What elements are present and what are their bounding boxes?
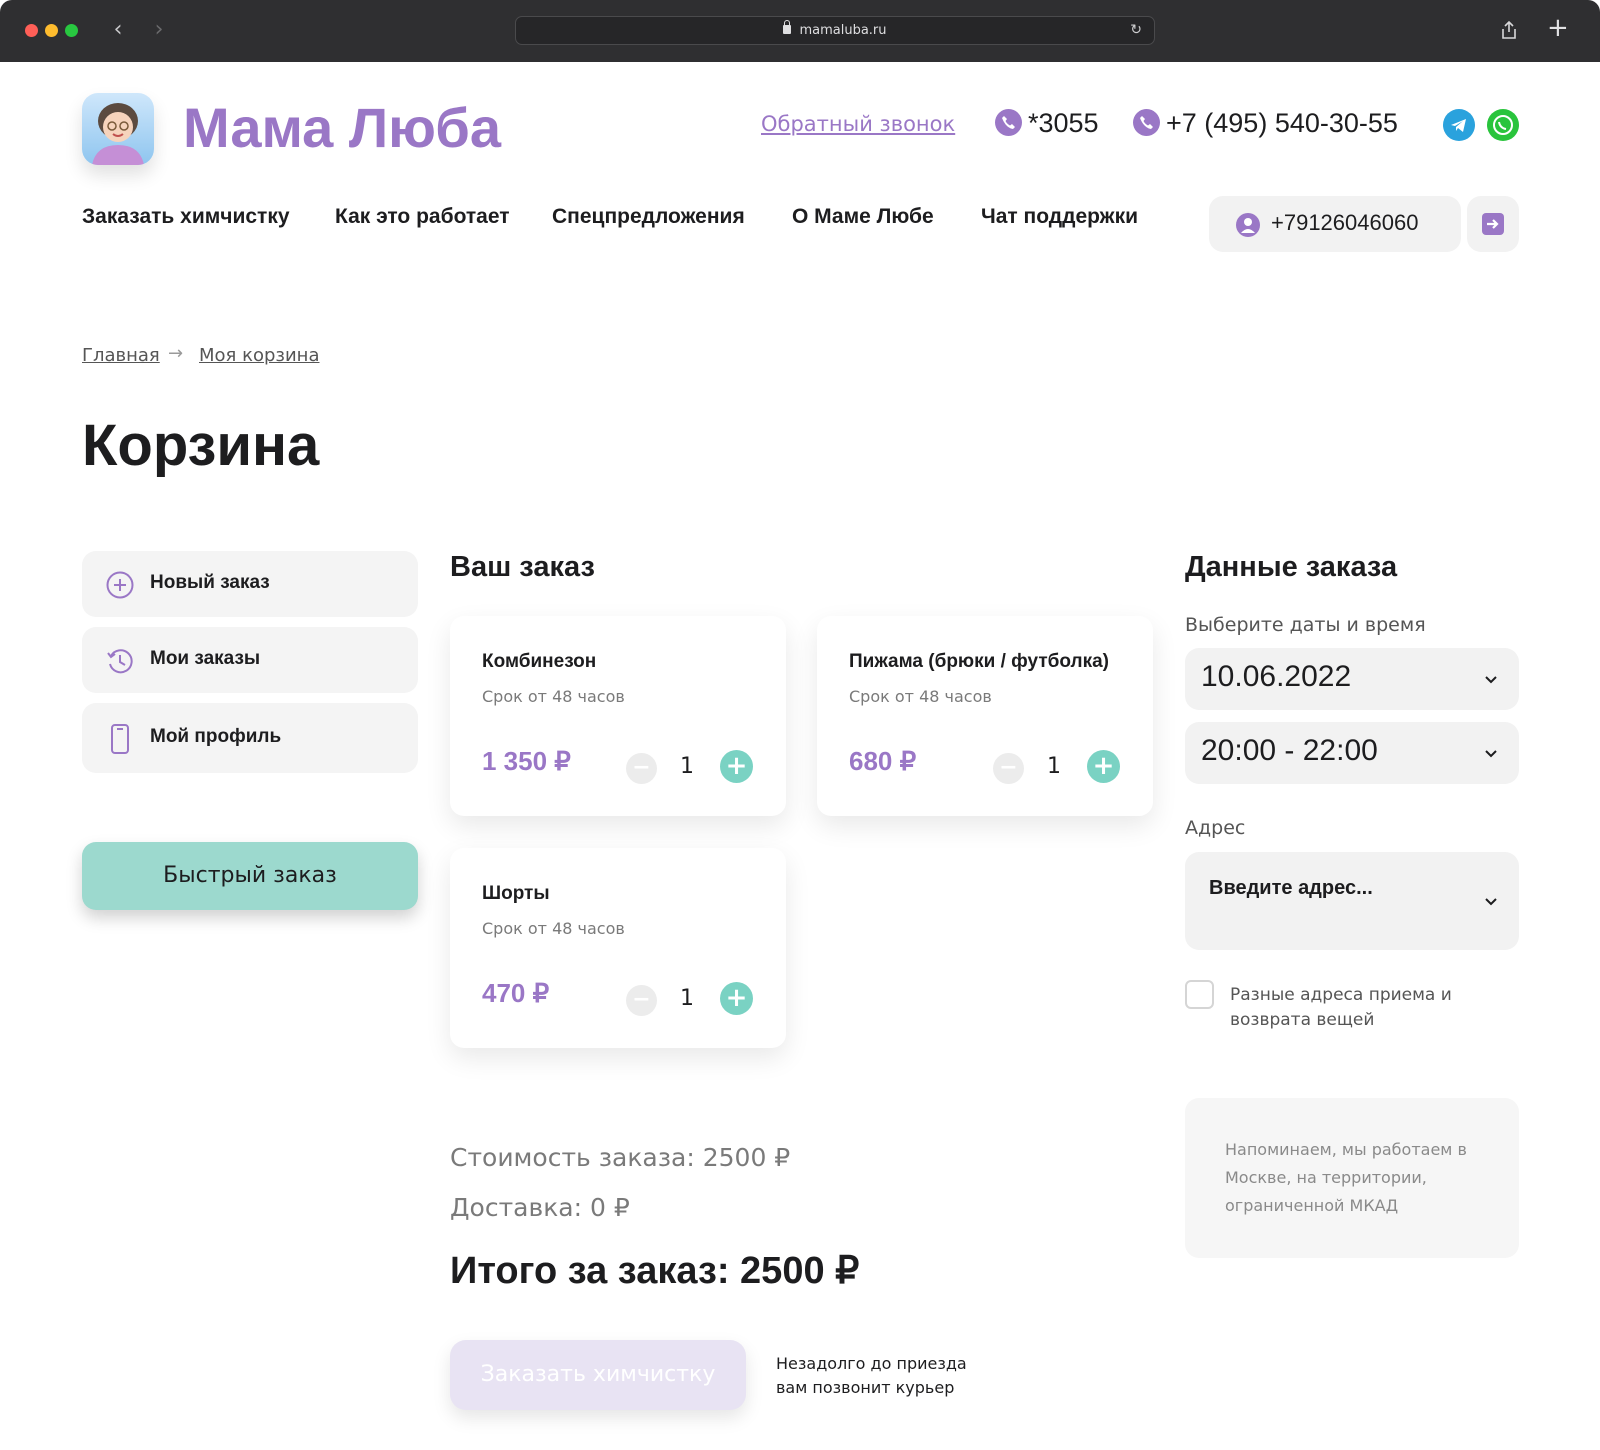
main-phone[interactable]: +7 (495) 540-30-55 xyxy=(1133,108,1398,139)
date-label: Выберите даты и время xyxy=(1185,614,1426,636)
different-address-label[interactable]: Разные адреса приема и возврата вещей xyxy=(1230,983,1490,1033)
item-quantity: 1 xyxy=(1047,754,1061,779)
address-input[interactable]: Введите адрес... xyxy=(1185,852,1519,950)
chevron-down-icon xyxy=(1485,676,1497,684)
chevron-down-icon xyxy=(1485,898,1497,906)
nav-about[interactable]: О Маме Любе xyxy=(792,205,934,229)
item-price: 1 350 ₽ xyxy=(482,746,571,776)
notice-text: Напоминаем, мы работаем в Москве, на тер… xyxy=(1225,1140,1467,1215)
decrease-quantity-button[interactable]: − xyxy=(626,985,657,1016)
logout-button[interactable] xyxy=(1467,196,1519,252)
page-title: Корзина xyxy=(82,413,320,478)
order-total: Итого за заказ: 2500 ₽ xyxy=(450,1250,860,1292)
logout-icon xyxy=(1482,213,1504,235)
url-text: mamaluba.ru xyxy=(799,23,887,38)
logo-icon[interactable] xyxy=(82,93,154,165)
account-phone: +79126046060 xyxy=(1271,210,1419,235)
sidebar-item-my-orders[interactable]: Мои заказы xyxy=(82,627,418,693)
service-area-notice: Напоминаем, мы работаем в Москве, на тер… xyxy=(1185,1098,1519,1258)
sidebar-item-new-order[interactable]: Новый заказ xyxy=(82,551,418,617)
address-label: Адрес xyxy=(1185,817,1246,839)
callback-link[interactable]: Обратный звонок xyxy=(761,112,955,136)
cart-item: Комбинезон Срок от 48 часов 1 350 ₽ − 1 … xyxy=(450,616,786,816)
item-name: Комбинезон xyxy=(482,651,597,672)
address-bar[interactable]: mamaluba.ru ↻ xyxy=(515,16,1155,45)
cart-item: Шорты Срок от 48 часов 470 ₽ − 1 + xyxy=(450,848,786,1048)
selected-date: 10.06.2022 xyxy=(1201,660,1352,693)
brand-title[interactable]: Мама Люба xyxy=(183,95,501,160)
item-name: Пижама (брюки / футболка) xyxy=(849,651,1109,672)
account-button[interactable]: +79126046060 xyxy=(1209,196,1461,252)
minimize-window-button[interactable] xyxy=(45,24,58,37)
item-price: 470 ₽ xyxy=(482,978,550,1008)
increase-quantity-button[interactable]: + xyxy=(1087,750,1120,783)
decrease-quantity-button[interactable]: − xyxy=(626,753,657,784)
plus-circle-icon xyxy=(106,571,134,599)
breadcrumb-home[interactable]: Главная xyxy=(82,345,160,366)
quick-order-button[interactable]: Быстрый заказ xyxy=(82,842,418,910)
details-title: Данные заказа xyxy=(1185,551,1398,583)
nav-special-offers[interactable]: Спецпредложения xyxy=(552,205,745,229)
item-term: Срок от 48 часов xyxy=(849,687,992,706)
whatsapp-icon[interactable] xyxy=(1487,109,1519,141)
breadcrumb-arrow-icon: → xyxy=(168,343,184,364)
decrease-quantity-button[interactable]: − xyxy=(993,753,1024,784)
phone-icon xyxy=(995,109,1022,136)
submit-order-button[interactable]: Заказать химчистку xyxy=(450,1340,746,1410)
phone-icon xyxy=(1133,109,1160,136)
short-phone-number: *3055 xyxy=(1028,108,1099,138)
sidebar-item-profile[interactable]: Мой профиль xyxy=(82,703,418,773)
date-select[interactable]: 10.06.2022 xyxy=(1185,648,1519,710)
cart-item: Пижама (брюки / футболка) Срок от 48 час… xyxy=(817,616,1153,816)
order-title: Ваш заказ xyxy=(450,551,595,583)
address-placeholder: Введите адрес... xyxy=(1209,877,1373,899)
main-phone-number: +7 (495) 540-30-55 xyxy=(1166,108,1398,138)
sidebar-item-label: Мой профиль xyxy=(150,726,282,747)
close-window-button[interactable] xyxy=(25,24,38,37)
item-price: 680 ₽ xyxy=(849,746,917,776)
user-icon xyxy=(1236,213,1260,237)
increase-quantity-button[interactable]: + xyxy=(720,750,753,783)
increase-quantity-button[interactable]: + xyxy=(720,982,753,1015)
history-icon xyxy=(107,649,133,674)
back-arrow-icon[interactable]: ‹ xyxy=(106,17,130,43)
delivery-cost: Доставка: 0 ₽ xyxy=(450,1193,630,1222)
item-quantity: 1 xyxy=(680,986,694,1011)
nav-support-chat[interactable]: Чат поддержки xyxy=(981,205,1138,229)
order-cost: Стоимость заказа: 2500 ₽ xyxy=(450,1143,791,1172)
nav-how-it-works[interactable]: Как это работает xyxy=(335,205,510,229)
item-term: Срок от 48 часов xyxy=(482,687,625,706)
breadcrumb-cart[interactable]: Моя корзина xyxy=(199,345,319,366)
lock-icon xyxy=(783,20,792,34)
selected-time: 20:00 - 22:00 xyxy=(1201,734,1378,767)
item-term: Срок от 48 часов xyxy=(482,919,625,938)
item-name: Шорты xyxy=(482,883,550,904)
phone-device-icon xyxy=(111,724,129,754)
telegram-icon[interactable] xyxy=(1443,109,1475,141)
nav-order-cleaning[interactable]: Заказать химчистку xyxy=(82,205,290,229)
chevron-down-icon xyxy=(1485,750,1497,758)
zoom-window-button[interactable] xyxy=(65,24,78,37)
browser-window: ‹ › mamaluba.ru ↻ + Мама Люба Обратный з… xyxy=(0,0,1600,1450)
courier-note: Незадолго до приезда вам позвонит курьер xyxy=(776,1354,967,1397)
time-select[interactable]: 20:00 - 22:00 xyxy=(1185,722,1519,784)
new-tab-icon[interactable]: + xyxy=(1547,15,1569,41)
sidebar-item-label: Новый заказ xyxy=(150,572,270,593)
share-icon[interactable] xyxy=(1500,20,1518,40)
browser-titlebar: ‹ › mamaluba.ru ↻ + xyxy=(0,0,1600,62)
reload-icon[interactable]: ↻ xyxy=(1130,22,1142,38)
sidebar-item-label: Мои заказы xyxy=(150,648,261,669)
item-quantity: 1 xyxy=(680,754,694,779)
forward-arrow-icon[interactable]: › xyxy=(147,17,171,43)
different-address-checkbox[interactable] xyxy=(1185,980,1214,1009)
short-phone[interactable]: *3055 xyxy=(995,108,1099,139)
